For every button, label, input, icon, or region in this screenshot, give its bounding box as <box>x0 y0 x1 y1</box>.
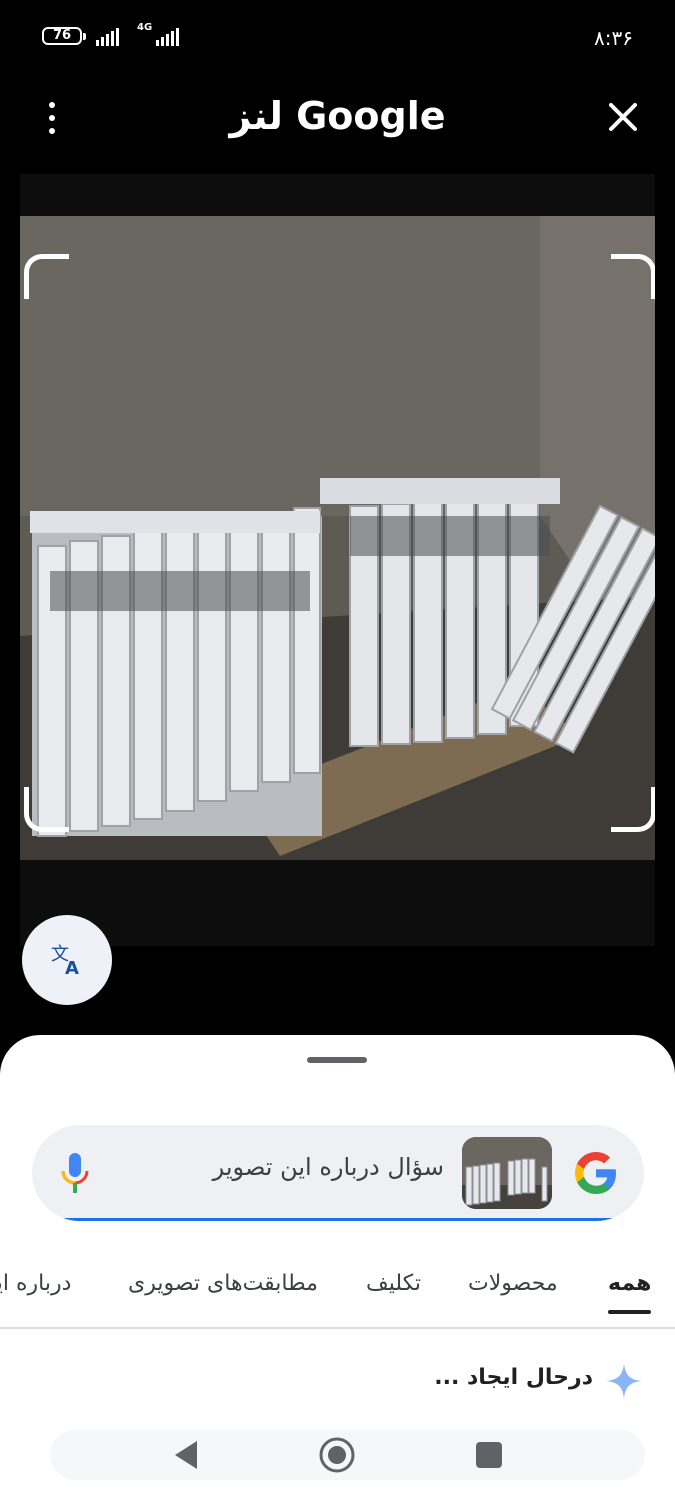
result-tabs: همه محصولات تکلیف مطابقت‌های تصویری دربا… <box>0 1265 675 1329</box>
radiators-photo <box>20 216 655 860</box>
tab-about[interactable]: درباره این <box>0 1271 71 1296</box>
sheet-drag-handle[interactable] <box>307 1057 367 1063</box>
image-viewer[interactable] <box>20 174 655 946</box>
tab-products[interactable]: محصولات <box>468 1271 558 1296</box>
system-nav-bar <box>50 1430 645 1480</box>
app-bar: لنز Google <box>0 80 675 160</box>
sparkle-icon <box>604 1361 644 1401</box>
image-thumbnail[interactable] <box>462 1137 552 1209</box>
close-icon[interactable] <box>600 94 646 140</box>
translate-button[interactable]: 文 A <box>22 915 112 1005</box>
generating-status: درحال ایجاد ... <box>434 1365 593 1390</box>
back-icon[interactable] <box>166 1435 206 1475</box>
tab-all[interactable]: همه <box>608 1271 652 1314</box>
crop-corner-bottom-right[interactable] <box>611 787 655 832</box>
tab-homework[interactable]: تکلیف <box>366 1271 421 1296</box>
search-input[interactable]: سؤال درباره این تصویر <box>182 1153 444 1181</box>
status-time: ۸:۳۶ <box>594 26 633 50</box>
svg-text:A: A <box>65 958 79 978</box>
crop-corner-top-left[interactable] <box>24 254 69 299</box>
app-title: لنز Google <box>229 94 446 138</box>
recents-icon[interactable] <box>469 1435 509 1475</box>
tab-visual-matches[interactable]: مطابقت‌های تصویری <box>128 1271 318 1296</box>
status-bar: 76 4G ۸:۳۶ <box>0 0 675 78</box>
mic-icon[interactable] <box>60 1151 90 1197</box>
google-g-icon <box>572 1149 620 1197</box>
crop-corner-bottom-left[interactable] <box>24 787 69 832</box>
crop-corner-top-right[interactable] <box>611 254 655 299</box>
signal-icon-2 <box>156 28 179 46</box>
network-type: 4G <box>137 22 153 33</box>
translate-icon: 文 A <box>51 944 79 978</box>
battery-indicator: 76 <box>42 27 86 45</box>
signal-icon <box>96 28 119 46</box>
home-icon[interactable] <box>317 1435 357 1475</box>
search-bar[interactable]: سؤال درباره این تصویر <box>32 1125 644 1221</box>
